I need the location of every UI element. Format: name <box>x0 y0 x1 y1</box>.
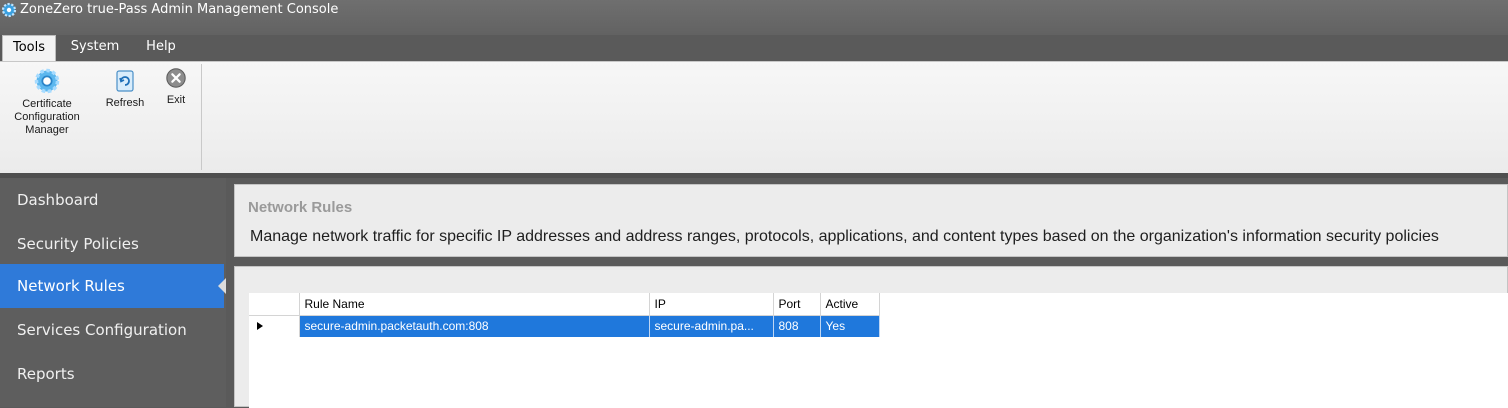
certificate-gear-icon <box>34 68 60 94</box>
table-row[interactable]: secure-admin.packetauth.com:808 secure-a… <box>249 315 880 337</box>
ribbon-toolbar: Certificate Configuration Manager Refres… <box>0 61 1508 173</box>
ribbon-group-divider <box>201 64 202 170</box>
exit-icon <box>166 68 186 88</box>
refresh-label: Refresh <box>105 97 145 109</box>
sidebar-item-label: Dashboard <box>17 191 99 209</box>
certificate-configuration-manager-button[interactable]: Certificate Configuration Manager <box>0 63 94 137</box>
window-title: ZoneZero true-Pass Admin Management Cons… <box>20 2 339 17</box>
sidebar-nav: Dashboard Security Policies Network Rule… <box>0 178 226 407</box>
sidebar-item-label: Services Configuration <box>17 321 187 339</box>
column-header-ip[interactable]: IP <box>649 293 774 316</box>
cell-rule-name[interactable]: secure-admin.packetauth.com:808 <box>299 315 650 337</box>
certificate-configuration-manager-label: Certificate Configuration Manager <box>14 98 80 136</box>
exit-label: Exit <box>166 94 186 106</box>
menu-help[interactable]: Help <box>138 35 184 61</box>
exit-button[interactable]: Exit <box>158 63 194 107</box>
refresh-icon <box>116 70 134 92</box>
rules-grid-panel: Rule Name IP Port Active secure-admin.pa… <box>234 266 1508 408</box>
cell-active[interactable]: Yes <box>820 315 880 337</box>
column-header-rule-name[interactable]: Rule Name <box>299 293 650 316</box>
page-title: Network Rules <box>248 199 353 216</box>
sidebar-item-security-policies[interactable]: Security Policies <box>0 222 224 266</box>
page-description: Manage network traffic for specific IP a… <box>250 228 1439 245</box>
row-header-corner <box>249 293 300 316</box>
menu-bar: Tools System Help <box>0 35 1508 62</box>
sidebar-item-reports[interactable]: Reports <box>0 352 224 396</box>
cell-ip[interactable]: secure-admin.pa... <box>649 315 774 337</box>
page-header: Network Rules Manage network traffic for… <box>234 184 1508 257</box>
column-header-port[interactable]: Port <box>773 293 821 316</box>
selected-caret-icon <box>218 278 226 294</box>
column-header-active[interactable]: Active <box>820 293 880 316</box>
refresh-button[interactable]: Refresh <box>95 63 155 110</box>
current-row-arrow-icon <box>257 322 263 331</box>
title-bar: ZoneZero true-Pass Admin Management Cons… <box>0 0 1508 35</box>
gear-icon <box>1 2 17 18</box>
main-content: Network Rules Manage network traffic for… <box>226 178 1508 408</box>
row-selector[interactable] <box>249 315 300 337</box>
cell-port[interactable]: 808 <box>773 315 821 337</box>
sidebar-item-label: Network Rules <box>17 277 125 295</box>
sidebar-item-label: Reports <box>17 365 75 383</box>
rules-grid[interactable]: Rule Name IP Port Active secure-admin.pa… <box>249 293 1508 408</box>
table-header-row: Rule Name IP Port Active <box>249 293 880 316</box>
sidebar-item-network-rules[interactable]: Network Rules <box>0 264 226 308</box>
sidebar-item-services-configuration[interactable]: Services Configuration <box>0 308 224 352</box>
rules-table: Rule Name IP Port Active secure-admin.pa… <box>249 293 880 337</box>
sidebar-item-label: Security Policies <box>17 235 139 253</box>
menu-tools[interactable]: Tools <box>2 35 56 62</box>
menu-system[interactable]: System <box>64 35 126 61</box>
sidebar-item-dashboard[interactable]: Dashboard <box>0 178 224 222</box>
